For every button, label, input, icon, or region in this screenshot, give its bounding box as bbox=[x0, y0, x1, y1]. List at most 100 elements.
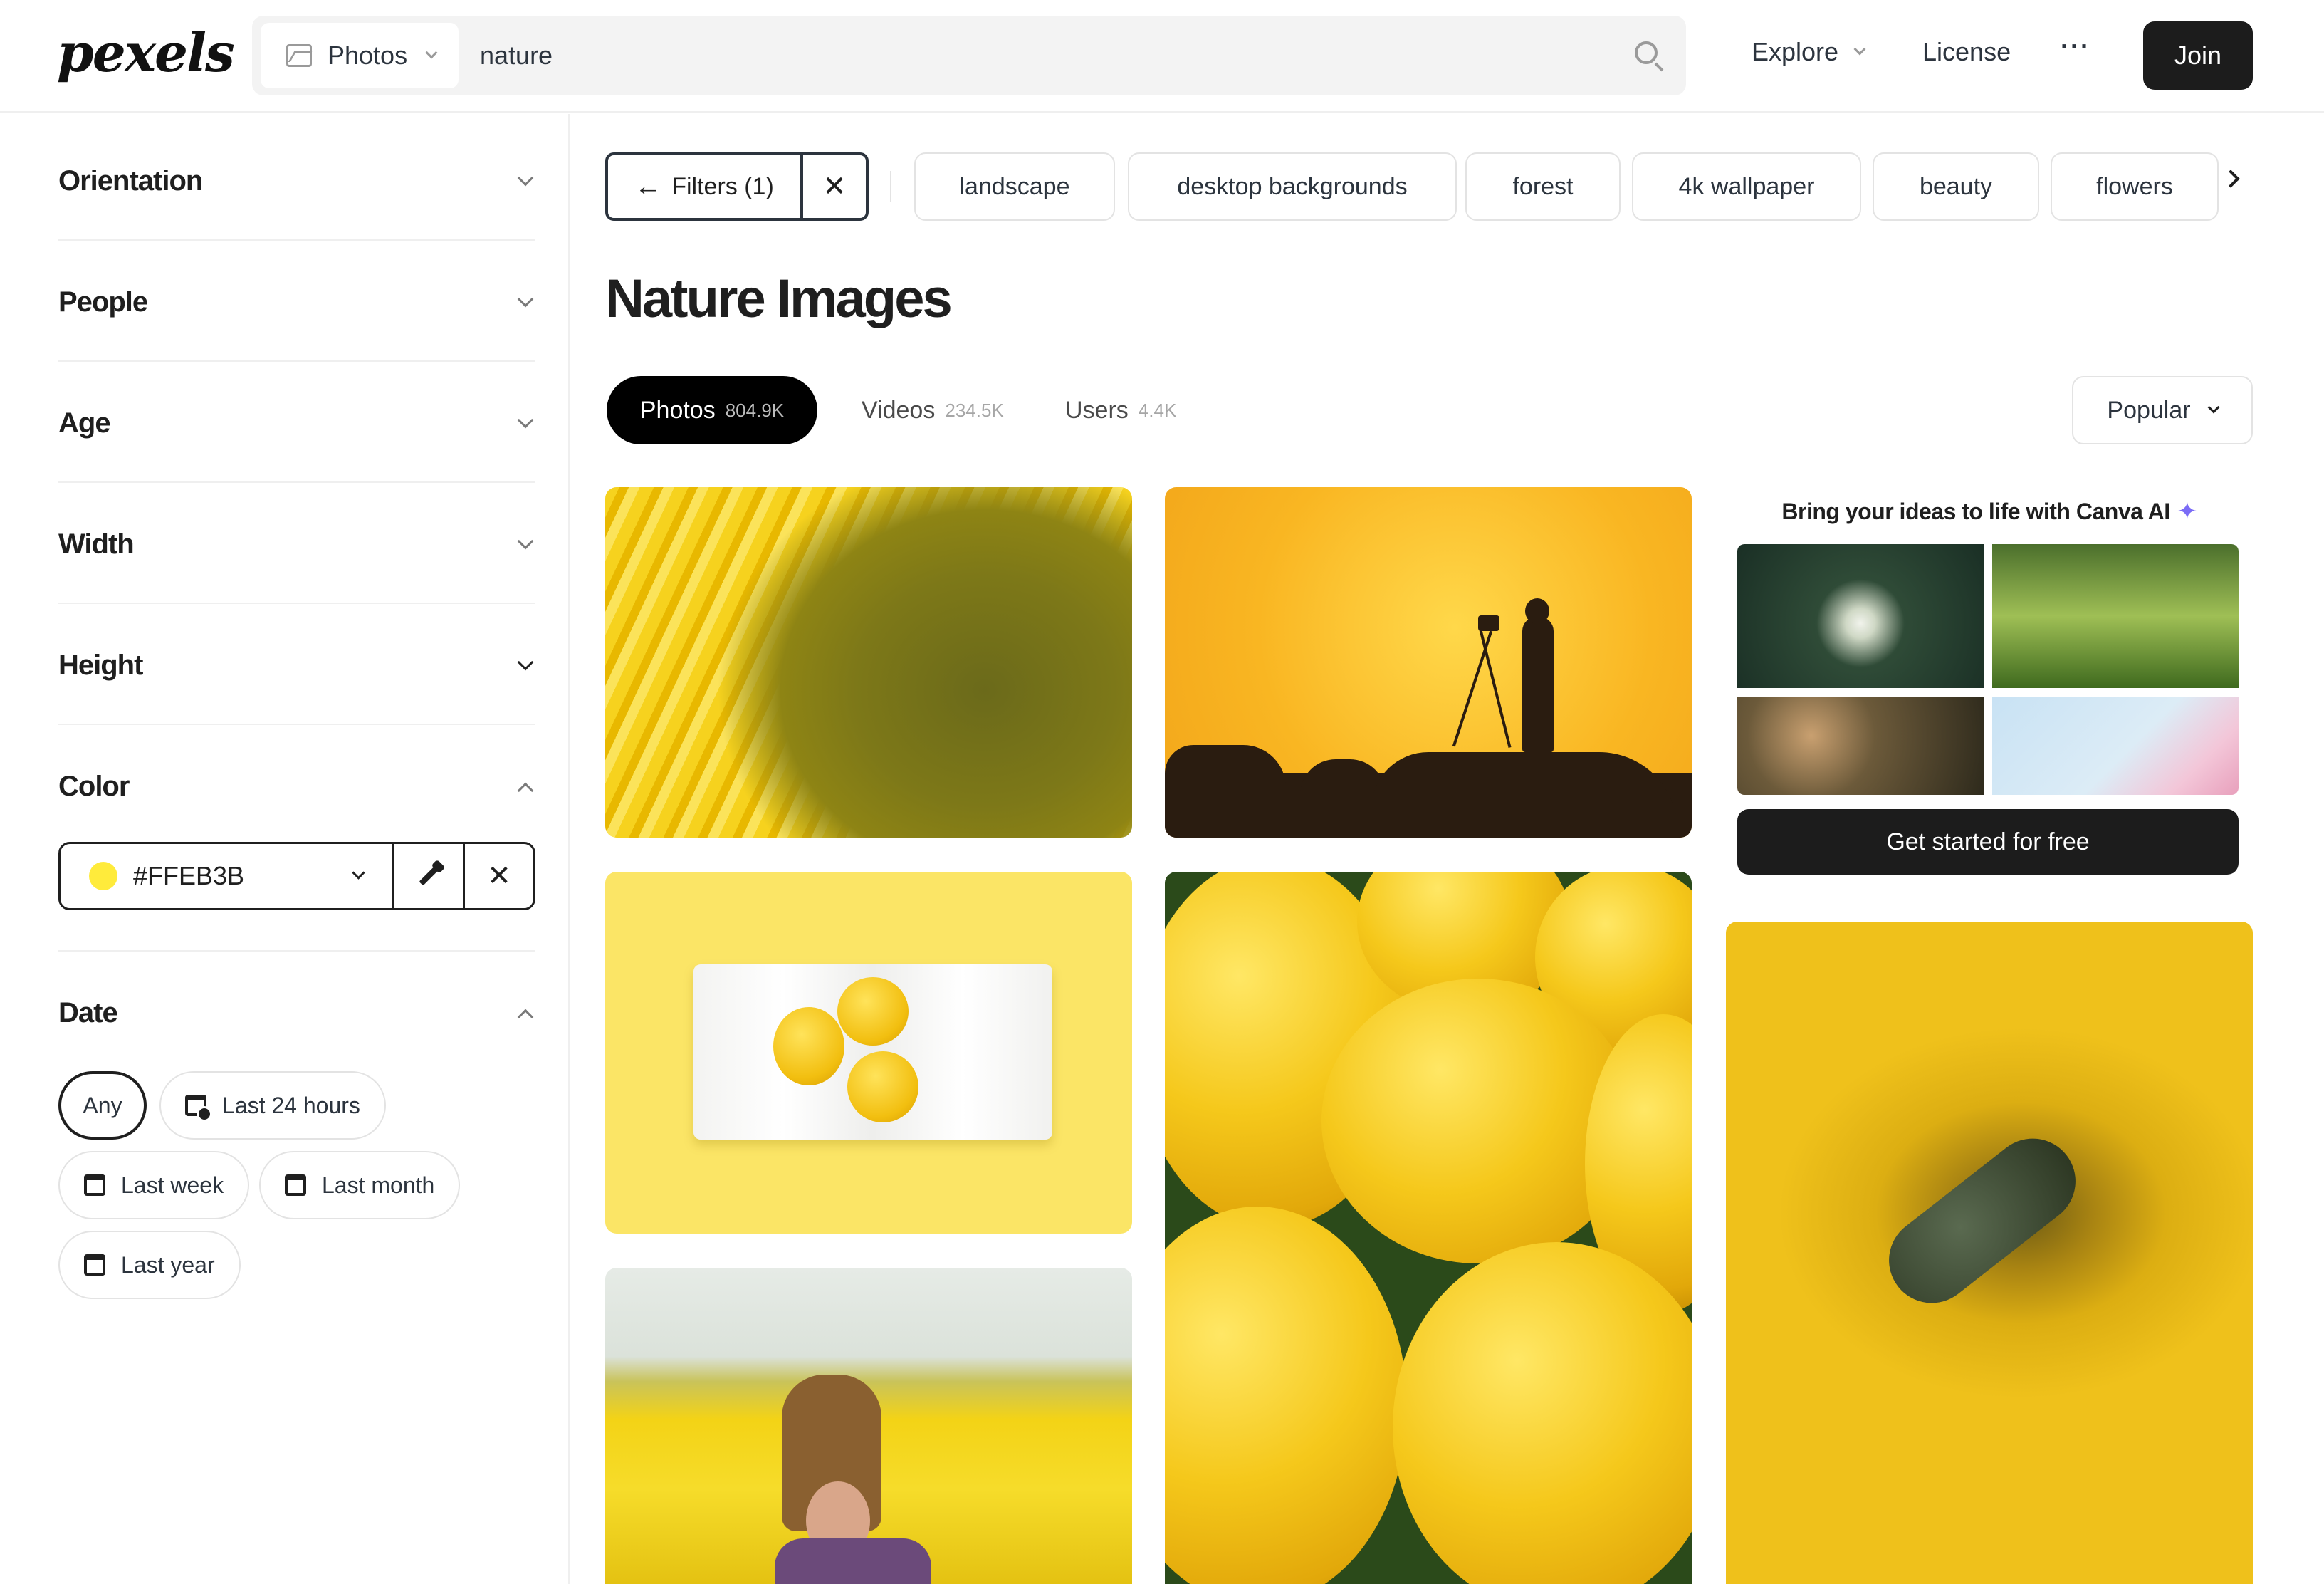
photo-photographer-silhouette[interactable] bbox=[1165, 487, 1692, 838]
tab-users[interactable]: Users 4.4K bbox=[1065, 376, 1176, 444]
chip-4k-wallpaper[interactable]: 4k wallpaper bbox=[1632, 152, 1861, 221]
chevron-up-icon bbox=[517, 782, 534, 799]
filter-label: Orientation bbox=[58, 165, 203, 197]
tab-count: 234.5K bbox=[945, 399, 1004, 421]
chevron-down-icon bbox=[1853, 43, 1866, 56]
filter-height[interactable]: Height bbox=[58, 604, 535, 725]
search-input[interactable] bbox=[480, 16, 1584, 95]
calendar-icon bbox=[285, 1174, 306, 1196]
search-type-dropdown[interactable]: Photos bbox=[261, 23, 459, 88]
filter-label: Width bbox=[58, 528, 135, 560]
calendar-clock-icon bbox=[185, 1095, 212, 1122]
pexels-logo[interactable]: pexels bbox=[57, 23, 235, 84]
date-option-label: Last week bbox=[121, 1172, 224, 1198]
person-head bbox=[1525, 598, 1549, 624]
chevron-up-icon bbox=[517, 1009, 534, 1026]
date-option-any[interactable]: Any bbox=[58, 1071, 147, 1140]
color-filter-control: #FFEB3B ✕ bbox=[58, 842, 535, 910]
filter-label: Age bbox=[58, 407, 111, 439]
rock-silhouette bbox=[1371, 752, 1677, 838]
chevron-right-icon[interactable] bbox=[2221, 170, 2240, 188]
filter-people[interactable]: People bbox=[58, 241, 535, 362]
tab-count: 4.4K bbox=[1138, 399, 1177, 421]
clothing bbox=[775, 1538, 931, 1584]
filter-width[interactable]: Width bbox=[58, 483, 535, 604]
calendar-icon bbox=[84, 1254, 105, 1276]
color-select[interactable]: #FFEB3B bbox=[61, 844, 394, 908]
filter-age[interactable]: Age bbox=[58, 362, 535, 483]
more-menu-icon[interactable]: ··· bbox=[2061, 31, 2090, 61]
clear-filters-button[interactable]: ✕ bbox=[803, 155, 866, 218]
sort-dropdown[interactable]: Popular bbox=[2072, 376, 2253, 444]
nav-explore-label: Explore bbox=[1752, 37, 1839, 66]
ad-title: Bring your ideas to life with Canva AI ✦ bbox=[1726, 497, 2253, 526]
person-silhouette bbox=[1522, 617, 1554, 752]
tab-label: Photos bbox=[639, 396, 716, 424]
camera bbox=[1478, 615, 1499, 631]
close-icon: ✕ bbox=[487, 860, 511, 892]
divider bbox=[890, 171, 891, 202]
lemon bbox=[1393, 1242, 1692, 1584]
date-option-last-year[interactable]: Last year bbox=[58, 1231, 241, 1299]
date-option-last-24-hours[interactable]: Last 24 hours bbox=[159, 1071, 386, 1140]
tripod-leg bbox=[1479, 630, 1512, 748]
tab-count: 804.9K bbox=[725, 399, 785, 421]
filter-color[interactable]: Color bbox=[58, 725, 535, 846]
search-icon[interactable] bbox=[1635, 41, 1658, 64]
photo-lemons-on-plate[interactable] bbox=[605, 872, 1132, 1234]
chip-forest[interactable]: forest bbox=[1465, 152, 1621, 221]
join-button[interactable]: Join bbox=[2143, 21, 2253, 90]
top-header: pexels Photos Explore License ··· Join bbox=[0, 0, 2324, 113]
chevron-down-icon bbox=[517, 412, 534, 429]
nav-license[interactable]: License bbox=[1922, 37, 2011, 67]
filter-label: Color bbox=[58, 771, 130, 802]
calendar-icon bbox=[84, 1174, 105, 1196]
arrow-left-icon: ← bbox=[634, 171, 662, 202]
photo-sunflower-closeup[interactable] bbox=[605, 487, 1132, 838]
filters-button[interactable]: ← Filters (1) bbox=[608, 155, 803, 218]
chevron-down-icon bbox=[352, 866, 365, 880]
ad-title-text: Bring your ideas to life with Canva AI bbox=[1781, 499, 2170, 524]
lemon bbox=[1165, 1207, 1407, 1584]
tab-photos[interactable]: Photos 804.9K bbox=[607, 376, 817, 444]
lemon bbox=[773, 1007, 844, 1085]
filter-date[interactable]: Date bbox=[58, 952, 535, 1073]
photo-lemons-closeup[interactable] bbox=[1165, 872, 1692, 1584]
color-picker-button[interactable] bbox=[394, 844, 465, 908]
get-started-button[interactable]: Get started for free bbox=[1737, 809, 2239, 875]
sort-label: Popular bbox=[2107, 396, 2191, 424]
photo-woman-in-flower-field[interactable] bbox=[605, 1268, 1132, 1584]
chip-landscape[interactable]: landscape bbox=[914, 152, 1115, 221]
search-bar: Photos bbox=[252, 16, 1686, 95]
search-type-label: Photos bbox=[328, 41, 408, 70]
date-option-label: Any bbox=[83, 1092, 122, 1118]
filter-orientation[interactable]: Orientation bbox=[58, 120, 535, 241]
date-option-last-month[interactable]: Last month bbox=[259, 1151, 461, 1219]
ad-image-cherry-blossom[interactable] bbox=[1992, 697, 2239, 795]
chip-beauty[interactable]: beauty bbox=[1873, 152, 2039, 221]
tab-label: Videos bbox=[862, 396, 936, 424]
rock-silhouette bbox=[1165, 745, 1286, 838]
filter-label: People bbox=[58, 286, 148, 318]
lemon bbox=[837, 977, 909, 1046]
chip-desktop-backgrounds[interactable]: desktop backgrounds bbox=[1128, 152, 1457, 221]
photo-bee-on-flower[interactable] bbox=[1726, 922, 2253, 1584]
tab-label: Users bbox=[1065, 396, 1129, 424]
eyedropper-icon bbox=[419, 866, 438, 886]
image-icon bbox=[286, 44, 312, 67]
ad-image-water-lily[interactable] bbox=[1737, 544, 1984, 688]
date-option-label: Last year bbox=[121, 1251, 215, 1278]
ad-image-forest[interactable] bbox=[1992, 544, 2239, 688]
chevron-down-icon bbox=[517, 291, 534, 308]
date-option-last-week[interactable]: Last week bbox=[58, 1151, 250, 1219]
chevron-down-icon bbox=[517, 170, 534, 187]
lemon bbox=[847, 1051, 918, 1122]
close-icon: ✕ bbox=[822, 171, 847, 202]
chevron-down-icon bbox=[517, 654, 534, 671]
tab-videos[interactable]: Videos 234.5K bbox=[862, 376, 1004, 444]
ad-image-mushroom[interactable] bbox=[1737, 697, 1984, 795]
color-clear-button[interactable]: ✕ bbox=[465, 844, 533, 908]
chip-flowers[interactable]: flowers bbox=[2051, 152, 2219, 221]
filters-toggle-group: ← Filters (1) ✕ bbox=[605, 152, 869, 221]
nav-explore[interactable]: Explore bbox=[1752, 37, 1866, 67]
